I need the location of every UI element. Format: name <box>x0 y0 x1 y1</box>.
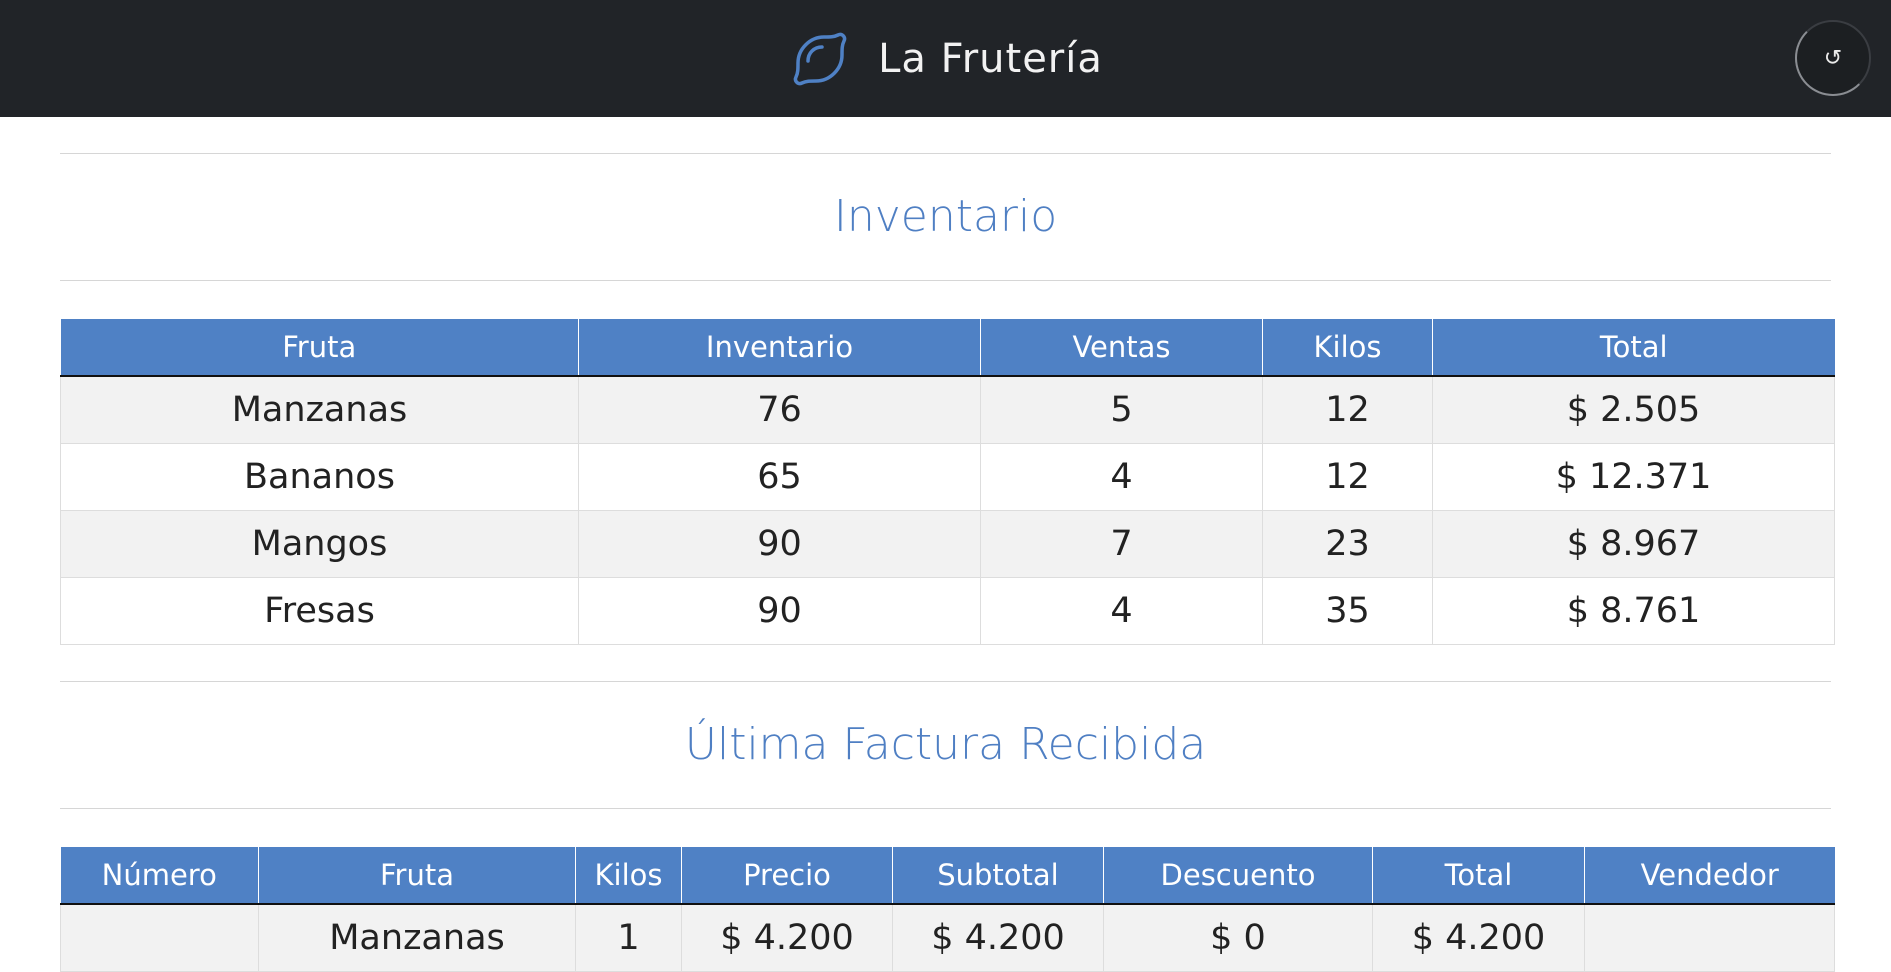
cell-inventario: 65 <box>578 443 981 511</box>
cell-descuento: $ 0 <box>1103 903 1373 972</box>
cell-ventas: 5 <box>980 375 1263 444</box>
cell-inventario: 90 <box>578 510 981 578</box>
inventory-table: Fruta Inventario Ventas Kilos Total Manz… <box>60 319 1835 645</box>
cell-total: $ 2.505 <box>1432 375 1835 444</box>
col-precio[interactable]: Precio <box>681 847 893 905</box>
col-descuento[interactable]: Descuento <box>1103 847 1373 905</box>
cell-inventario: 76 <box>578 375 981 444</box>
cell-fruta: Mangos <box>60 510 579 578</box>
table-row: Fresas 90 4 35 $ 8.761 <box>60 577 1835 645</box>
cell-total: $ 4.200 <box>1372 903 1585 972</box>
cell-kilos: 23 <box>1262 510 1433 578</box>
col-kilos[interactable]: Kilos <box>575 847 682 905</box>
table-row: Mangos 90 7 23 $ 8.967 <box>60 510 1835 578</box>
col-fruta[interactable]: Fruta <box>258 847 576 905</box>
cell-ventas: 4 <box>980 577 1263 645</box>
cell-fruta: Manzanas <box>60 375 579 444</box>
cell-kilos: 12 <box>1262 375 1433 444</box>
cell-fruta: Bananos <box>60 443 579 511</box>
cell-total: $ 8.967 <box>1432 510 1835 578</box>
cell-subtotal: $ 4.200 <box>892 903 1104 972</box>
table-row: Bananos 65 4 12 $ 12.371 <box>60 443 1835 511</box>
table-row: Manzanas 76 5 12 $ 2.505 <box>60 375 1835 444</box>
cell-ventas: 4 <box>980 443 1263 511</box>
col-subtotal[interactable]: Subtotal <box>892 847 1104 905</box>
inventory-header-row: Fruta Inventario Ventas Kilos Total <box>60 319 1835 377</box>
cell-kilos: 1 <box>575 903 682 972</box>
cell-kilos: 35 <box>1262 577 1433 645</box>
col-fruta[interactable]: Fruta <box>60 319 579 377</box>
col-total[interactable]: Total <box>1372 847 1585 905</box>
lemon-icon <box>793 32 847 85</box>
col-inventario[interactable]: Inventario <box>578 319 981 377</box>
cell-kilos: 12 <box>1262 443 1433 511</box>
refresh-icon: ↺ <box>1823 45 1843 71</box>
cell-fruta: Manzanas <box>258 903 576 972</box>
col-numero[interactable]: Número <box>60 847 259 905</box>
col-total[interactable]: Total <box>1432 319 1835 377</box>
table-row: Manzanas 1 $ 4.200 $ 4.200 $ 0 $ 4.200 <box>60 903 1835 972</box>
refresh-button[interactable]: ↺ <box>1795 20 1871 96</box>
cell-fruta: Fresas <box>60 577 579 645</box>
brand[interactable]: La Frutería <box>788 27 1103 91</box>
cell-total: $ 8.761 <box>1432 577 1835 645</box>
cell-inventario: 90 <box>578 577 981 645</box>
cell-precio: $ 4.200 <box>681 903 893 972</box>
main-content: Inventario Fruta Inventario Ventas Kilos… <box>0 153 1891 972</box>
col-ventas[interactable]: Ventas <box>980 319 1263 377</box>
cell-vendedor <box>1584 903 1835 972</box>
app-title: La Frutería <box>878 35 1103 82</box>
invoice-header-row: Número Fruta Kilos Precio Subtotal Descu… <box>60 847 1835 905</box>
col-vendedor[interactable]: Vendedor <box>1584 847 1835 905</box>
inventory-heading: Inventario <box>60 153 1831 281</box>
top-navbar: La Frutería ↺ <box>0 0 1891 117</box>
cell-total: $ 12.371 <box>1432 443 1835 511</box>
col-kilos[interactable]: Kilos <box>1262 319 1433 377</box>
cell-numero <box>60 903 259 972</box>
cell-ventas: 7 <box>980 510 1263 578</box>
invoice-heading: Última Factura Recibida <box>60 681 1831 809</box>
invoice-table: Número Fruta Kilos Precio Subtotal Descu… <box>60 847 1835 972</box>
